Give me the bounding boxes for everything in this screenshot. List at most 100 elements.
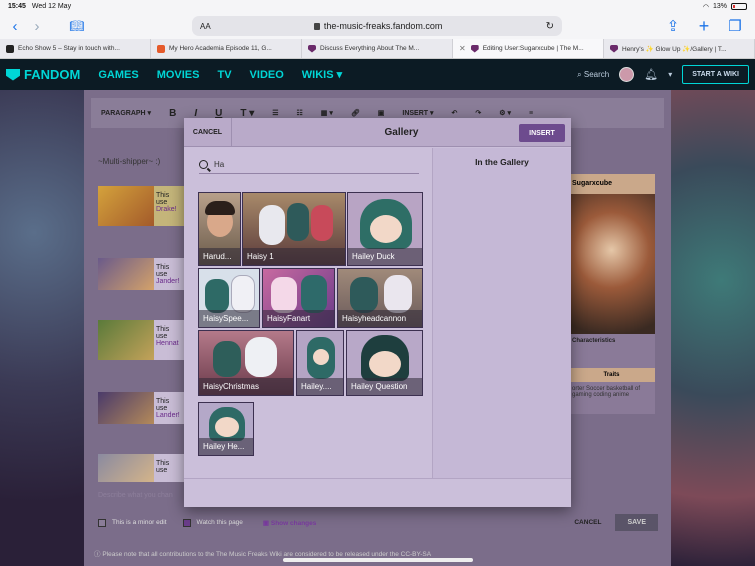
tab-echo-show[interactable]: Echo Show 5 – Stay in touch with... xyxy=(0,39,151,58)
tile-thumbnail xyxy=(215,417,239,437)
nav-tv[interactable]: TV xyxy=(217,69,231,81)
share-icon[interactable]: ⇪ xyxy=(662,17,684,35)
minor-edit-checkbox[interactable] xyxy=(98,518,106,527)
edit-summary-input[interactable]: Describe what you chan xyxy=(98,492,173,499)
numbered-list-icon[interactable]: ☷ xyxy=(297,109,303,117)
start-wiki-button[interactable]: START A WIKI xyxy=(682,65,749,84)
gallery-result-tile[interactable]: HaisyFanart xyxy=(262,268,335,328)
infobox-traits-header: Traits xyxy=(568,368,655,382)
gallery-search-field[interactable]: Ha xyxy=(199,156,419,174)
bookmarks-icon[interactable]: 📖︎ xyxy=(66,19,88,33)
tile-caption: HaisyFanart xyxy=(263,310,334,327)
menu-icon[interactable]: ≡ xyxy=(529,110,533,117)
userbox-text: This use Jander! xyxy=(154,258,184,290)
reload-icon[interactable]: ↻ xyxy=(546,21,554,32)
tile-caption: Hailey.... xyxy=(297,378,343,395)
userbox-image xyxy=(98,320,154,360)
wifi-icon: ◠ xyxy=(702,3,709,11)
userbox-text: This use Drake! xyxy=(154,186,184,226)
gallery-search-value[interactable]: Ha xyxy=(214,160,224,169)
show-changes-button[interactable]: ▣ Show changes xyxy=(263,519,316,527)
forward-icon[interactable]: › xyxy=(26,18,48,35)
tile-caption: HaisyChristmas xyxy=(199,378,293,395)
gallery-cancel-button[interactable]: CANCEL xyxy=(184,118,232,146)
gallery-result-tile[interactable]: Haisyheadcannon xyxy=(337,268,423,328)
watch-page-label: Watch this page xyxy=(196,519,243,526)
notifications-bell-icon[interactable]: 🔔︎ xyxy=(644,68,658,81)
text-size-button[interactable]: AA xyxy=(200,22,211,31)
infobox-header: Sugarxcube xyxy=(568,174,655,194)
gallery-dialog-header: CANCEL Gallery INSERT xyxy=(184,118,571,147)
gallery-dialog: CANCEL Gallery INSERT Ha Harud... Haisy … xyxy=(184,118,571,507)
image-icon[interactable]: ▣ xyxy=(378,109,385,117)
gallery-result-tile[interactable]: HaisyChristmas xyxy=(198,330,294,396)
search-icon xyxy=(199,160,208,169)
url-text: the-music-freaks.fandom.com xyxy=(323,21,443,31)
tile-caption: Hailey Duck xyxy=(348,248,422,265)
home-indicator[interactable] xyxy=(283,558,473,562)
new-tab-icon[interactable]: + xyxy=(693,16,715,37)
gallery-result-tile[interactable]: Harud... xyxy=(198,192,241,266)
tab-mha[interactable]: My Hero Academia Episode 11, G... xyxy=(151,39,302,58)
crunchyroll-favicon xyxy=(157,44,165,53)
insert-dropdown[interactable]: INSERT ▾ xyxy=(402,109,433,117)
bold-icon[interactable]: B xyxy=(169,108,176,119)
tabs-overview-icon[interactable]: ❐ xyxy=(724,17,746,35)
infobox-traits-text: orter Soccer basketball of gaming coding… xyxy=(572,386,641,398)
address-bar[interactable]: AA the-music-freaks.fandom.com ↻ xyxy=(192,16,562,36)
gallery-result-tile[interactable]: Hailey Duck xyxy=(347,192,423,266)
cancel-edit-button[interactable]: CANCEL xyxy=(574,519,601,526)
tab-discuss[interactable]: Discuss Everything About The M... xyxy=(302,39,453,58)
tab-bar: Echo Show 5 – Stay in touch with... My H… xyxy=(0,39,755,59)
nav-movies[interactable]: MOVIES xyxy=(157,69,200,81)
fandom-favicon xyxy=(470,44,479,53)
status-time: 15:45 xyxy=(8,3,26,10)
undo-icon[interactable]: ↶ xyxy=(452,109,458,117)
gallery-result-tile[interactable]: Hailey He... xyxy=(198,402,254,456)
userbox-text: This use Lander! xyxy=(154,392,184,424)
nav-search[interactable]: ⌕ Search xyxy=(577,70,609,80)
tile-caption: HaisySpee... xyxy=(199,310,259,327)
link-icon[interactable]: 🔗︎ xyxy=(351,109,360,117)
gallery-result-tile[interactable]: Hailey Question xyxy=(346,330,423,396)
gallery-result-tile[interactable]: Haisy 1 xyxy=(242,192,346,266)
settings-gear-icon[interactable]: ⚙ ▾ xyxy=(499,109,511,117)
tab-henry-glow-up[interactable]: Henry's ✨ Glow Up ✨/Gallery | T... xyxy=(604,39,755,58)
user-avatar[interactable] xyxy=(619,67,635,82)
table-icon[interactable]: ▦ ▾ xyxy=(321,109,333,117)
tab-editing-user[interactable]: ✕ Editing User:Sugarxcube | The M... xyxy=(453,39,604,58)
gallery-result-tile[interactable]: HaisySpee... xyxy=(198,268,260,328)
userbox-row: This use Drake! xyxy=(98,186,184,226)
redo-icon[interactable]: ↷ xyxy=(475,109,481,117)
in-gallery-panel: In the Gallery xyxy=(432,148,571,478)
editor-footer: This is a minor edit Watch this page ▣ S… xyxy=(98,514,658,531)
text-style-icon[interactable]: T ▾ xyxy=(240,108,254,119)
fandom-navbar: FANDOM GAMES MOVIES TV VIDEO WIKIS ▾ ⌕ S… xyxy=(0,59,755,90)
userbox-text: This use xyxy=(154,454,184,482)
gallery-result-tile[interactable]: Hailey.... xyxy=(296,330,344,396)
tile-thumbnail xyxy=(313,349,329,365)
lock-icon xyxy=(313,22,320,30)
fandom-logo[interactable]: FANDOM xyxy=(6,67,80,82)
nav-video[interactable]: VIDEO xyxy=(250,69,284,81)
userbox-image xyxy=(98,392,154,424)
paragraph-format-dropdown[interactable]: PARAGRAPH ▾ xyxy=(101,109,151,117)
close-tab-icon[interactable]: ✕ xyxy=(459,44,466,53)
nav-games[interactable]: GAMES xyxy=(98,69,138,81)
underline-icon[interactable]: U xyxy=(215,108,222,119)
gallery-insert-button[interactable]: INSERT xyxy=(519,124,565,142)
bullet-list-icon[interactable]: ☰ xyxy=(272,109,278,117)
italic-icon[interactable]: I xyxy=(194,108,197,119)
tile-thumbnail xyxy=(369,351,401,377)
minor-edit-label: This is a minor edit xyxy=(112,519,167,526)
userbox-row: This use xyxy=(98,454,184,482)
user-menu-chevron-icon[interactable]: ▾ xyxy=(668,70,672,79)
userbox-text: This use Hennat xyxy=(154,320,184,360)
userbox-row: This use Hennat xyxy=(98,320,184,360)
watch-page-checkbox[interactable] xyxy=(182,518,191,527)
back-icon[interactable]: ‹ xyxy=(4,18,26,35)
save-button[interactable]: SAVE xyxy=(615,514,658,531)
editor-body-text[interactable]: ~Multi-shipper~ :) xyxy=(98,157,160,166)
nav-wikis[interactable]: WIKIS ▾ xyxy=(302,68,342,81)
battery-percent: 13% xyxy=(712,3,727,10)
